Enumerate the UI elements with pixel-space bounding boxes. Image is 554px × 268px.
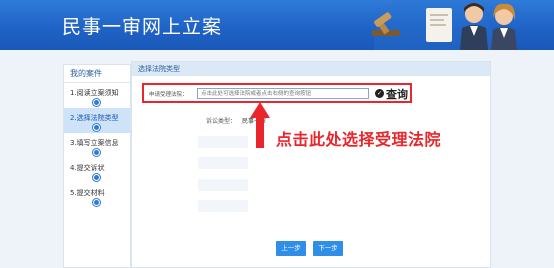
court-select-highlight: 申请受理法院： ✓ 查询 bbox=[142, 83, 412, 103]
prev-button[interactable]: 上一步 bbox=[276, 241, 306, 256]
phone-field[interactable] bbox=[198, 157, 248, 169]
search-icon: ✓ bbox=[375, 89, 384, 98]
step-dot-icon bbox=[93, 149, 100, 156]
step-sidebar: 我的案件 1.阅读立案须知 2.选择法院类型 3.填写立案信息 4.提交诉状 5… bbox=[63, 64, 131, 268]
address-field[interactable] bbox=[198, 200, 248, 212]
sidebar-heading: 我的案件 bbox=[64, 65, 130, 83]
applicant-field[interactable] bbox=[198, 136, 248, 148]
header-illustration bbox=[372, 0, 517, 50]
step-submit-complaint[interactable]: 4.提交诉状 bbox=[64, 158, 130, 183]
query-button[interactable]: ✓ 查询 bbox=[375, 86, 408, 101]
court-input[interactable] bbox=[197, 88, 369, 99]
step-dot-icon bbox=[93, 124, 100, 131]
section-title: 选择法院类型 bbox=[132, 62, 490, 76]
step-label: 4.提交诉状 bbox=[70, 164, 105, 172]
step-label: 2.选择法院类型 bbox=[70, 114, 119, 122]
page-title: 民事一审网上立案 bbox=[62, 16, 223, 38]
step-select-court[interactable]: 2.选择法院类型 bbox=[64, 108, 130, 133]
query-label: 查询 bbox=[386, 87, 408, 101]
step-read-notice[interactable]: 1.阅读立案须知 bbox=[64, 83, 130, 108]
red-arrow-icon bbox=[250, 102, 270, 148]
app-header: 民事一审网上立案 bbox=[0, 0, 554, 50]
step-submit-materials[interactable]: 5.提交材料 bbox=[64, 183, 130, 208]
step-fill-info[interactable]: 3.填写立案信息 bbox=[64, 133, 130, 158]
step-label: 5.提交材料 bbox=[70, 189, 105, 197]
step-dot-icon bbox=[93, 99, 100, 106]
court-label: 申请受理法院： bbox=[149, 92, 188, 98]
case-type-label: 诉讼类型： bbox=[205, 118, 236, 125]
next-button[interactable]: 下一步 bbox=[313, 241, 343, 256]
step-dot-icon bbox=[93, 199, 100, 206]
step-dot-icon bbox=[93, 174, 100, 181]
step-label: 3.填写立案信息 bbox=[70, 139, 119, 147]
other-phone-field[interactable] bbox=[198, 179, 248, 191]
annotation-text: 点击此处选择受理法院 bbox=[276, 130, 442, 149]
step-label: 1.阅读立案须知 bbox=[70, 89, 119, 97]
